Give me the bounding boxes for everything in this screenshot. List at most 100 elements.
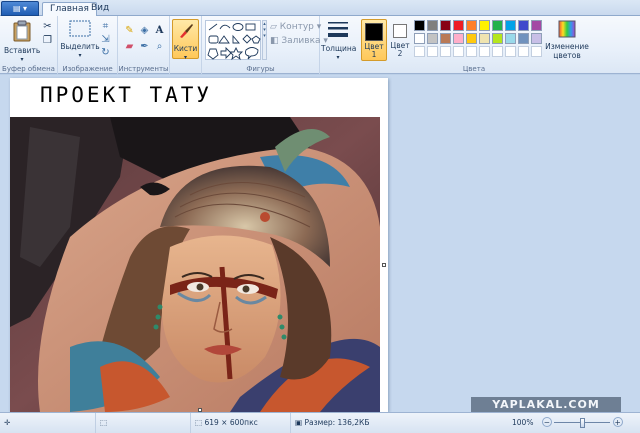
palette-swatch[interactable] bbox=[492, 20, 503, 31]
text-icon[interactable]: A bbox=[154, 25, 165, 36]
color2-swatch bbox=[393, 24, 407, 38]
palette-swatch[interactable] bbox=[518, 33, 529, 44]
group-label-image: Изображение bbox=[62, 65, 113, 73]
palette-swatch[interactable] bbox=[440, 33, 451, 44]
palette-swatch[interactable] bbox=[479, 33, 490, 44]
group-shapes: ▴ ▾ ▾ ▱ Контур ▾ ◧ Заливка ▾ Фигуры bbox=[202, 16, 328, 74]
magnifier-icon[interactable]: ⌕ bbox=[154, 41, 165, 52]
edit-colors-label-2: цветов bbox=[553, 51, 581, 60]
image-size-icon: ⬚ bbox=[195, 418, 203, 427]
palette-swatch[interactable] bbox=[427, 20, 438, 31]
custom-palette-swatch[interactable] bbox=[492, 46, 503, 57]
custom-palette-swatch[interactable] bbox=[505, 46, 516, 57]
status-filesize-cell: ▣ Размер: 136,2КБ bbox=[290, 413, 500, 433]
image-dimensions: 619 × 600пкс bbox=[204, 418, 258, 427]
pencil-icon[interactable]: ✎ bbox=[124, 25, 135, 36]
palette-swatch[interactable] bbox=[466, 33, 477, 44]
palette-swatch[interactable] bbox=[466, 20, 477, 31]
color2-button[interactable]: Цвет 2 bbox=[389, 19, 411, 61]
cursor-position-icon: ✛ bbox=[4, 418, 11, 427]
palette-swatch[interactable] bbox=[531, 33, 542, 44]
zoom-control: 100% − + bbox=[508, 413, 640, 433]
select-button[interactable]: Выделить ▾ bbox=[60, 20, 100, 60]
palette-swatch[interactable] bbox=[505, 33, 516, 44]
zoom-in-button[interactable]: + bbox=[612, 417, 623, 427]
outline-label: Контур bbox=[279, 22, 314, 32]
group-label-tools: Инструменты bbox=[118, 65, 169, 73]
shapes-gallery[interactable] bbox=[205, 20, 261, 61]
shapes-scroll[interactable]: ▴ ▾ ▾ bbox=[262, 20, 267, 60]
crop-icon[interactable]: ⌗ bbox=[100, 21, 111, 32]
zoom-out-button[interactable]: − bbox=[541, 417, 552, 427]
tab-view[interactable]: Вид bbox=[84, 2, 116, 16]
shape-fill-icon: ◧ bbox=[270, 36, 279, 46]
custom-palette-swatch[interactable] bbox=[414, 46, 425, 57]
edit-colors-label: Изменение bbox=[545, 42, 589, 51]
cut-icon[interactable]: ✂ bbox=[42, 21, 53, 32]
app-menu-button[interactable]: ▤ ▾ bbox=[1, 1, 39, 16]
brushes-button[interactable]: Кисти ▾ bbox=[172, 19, 199, 61]
paste-button[interactable]: Вставить ▾ bbox=[4, 20, 40, 64]
brushes-label: Кисти bbox=[173, 44, 198, 53]
ribbon-tab-bar: ▤ ▾ Главная Вид bbox=[0, 0, 640, 17]
palette-swatch[interactable] bbox=[505, 20, 516, 31]
handwritten-title: ПРОЕКТ ТАТУ bbox=[40, 83, 213, 107]
paste-icon bbox=[13, 20, 31, 42]
group-tools: ✎ ◈ A ▰ ✒ ⌕ Инструменты bbox=[118, 16, 170, 74]
custom-palette-swatch[interactable] bbox=[466, 46, 477, 57]
zoom-level: 100% bbox=[512, 418, 534, 427]
rotate-icon[interactable]: ↻ bbox=[100, 47, 111, 58]
drawing-canvas[interactable]: ПРОЕКТ ТАТУ bbox=[10, 78, 388, 412]
palette-swatch[interactable] bbox=[427, 33, 438, 44]
custom-palette-swatch[interactable] bbox=[427, 46, 438, 57]
resize-icon[interactable]: ⇲ bbox=[100, 34, 111, 45]
palette-swatch[interactable] bbox=[414, 33, 425, 44]
size-label: Толщина bbox=[321, 44, 357, 53]
outline-button[interactable]: ▱ Контур ▾ bbox=[270, 22, 321, 32]
custom-palette-swatch[interactable] bbox=[531, 46, 542, 57]
tattoo-photo bbox=[10, 117, 380, 412]
file-size: Размер: 136,2КБ bbox=[304, 418, 370, 427]
palette-swatch[interactable] bbox=[414, 20, 425, 31]
canvas-workspace[interactable]: ПРОЕКТ ТАТУ bbox=[0, 75, 640, 412]
palette-swatch[interactable] bbox=[479, 20, 490, 31]
palette-swatch[interactable] bbox=[518, 20, 529, 31]
zoom-slider[interactable] bbox=[554, 418, 611, 428]
zoom-slider-thumb[interactable] bbox=[580, 418, 586, 428]
color1-button[interactable]: Цвет 1 bbox=[361, 19, 387, 61]
palette-swatch[interactable] bbox=[492, 33, 503, 44]
custom-palette-swatch[interactable] bbox=[479, 46, 490, 57]
select-label: Выделить bbox=[60, 42, 100, 51]
group-label-clipboard: Буфер обмена bbox=[2, 65, 55, 73]
palette-swatch[interactable] bbox=[440, 20, 451, 31]
fill-icon[interactable]: ◈ bbox=[139, 25, 150, 36]
fill-label: Заливка bbox=[281, 36, 321, 46]
shapes-gallery-icon bbox=[207, 23, 261, 61]
copy-icon[interactable]: ❐ bbox=[42, 35, 53, 46]
palette-swatch[interactable] bbox=[453, 33, 464, 44]
select-icon bbox=[69, 20, 91, 37]
custom-palette-swatch[interactable] bbox=[440, 46, 451, 57]
group-image: Выделить ▾ ⌗ ⇲ ↻ Изображение bbox=[58, 16, 118, 74]
edit-colors-button[interactable]: Изменение цветов bbox=[544, 20, 590, 60]
eraser-icon[interactable]: ▰ bbox=[124, 41, 135, 52]
size-button[interactable]: Толщина ▾ bbox=[321, 20, 357, 62]
custom-palette-swatch[interactable] bbox=[453, 46, 464, 57]
menu-icon: ▤ ▾ bbox=[12, 4, 28, 13]
color1-swatch bbox=[365, 23, 383, 41]
palette-swatch[interactable] bbox=[531, 20, 542, 31]
canvas-resize-handle-right[interactable] bbox=[382, 263, 386, 267]
palette-swatch[interactable] bbox=[453, 20, 464, 31]
color1-number: 1 bbox=[371, 50, 377, 59]
site-watermark: YAPLAKAL.COM bbox=[471, 397, 621, 412]
status-selection-cell: ⬚ bbox=[95, 413, 190, 433]
group-colors: Цвет 1 Цвет 2 Изменение цветов Цвета bbox=[358, 16, 590, 74]
selection-size-icon: ⬚ bbox=[100, 418, 108, 427]
outline-icon: ▱ bbox=[270, 22, 277, 32]
line-width-icon bbox=[328, 22, 348, 37]
color-picker-icon[interactable]: ✒ bbox=[139, 41, 150, 52]
group-clipboard: Вставить ▾ ✂ ❐ Буфер обмена bbox=[0, 16, 58, 74]
status-bar: ✛ ⬚ ⬚ 619 × 600пкс ▣ Размер: 136,2КБ 100… bbox=[0, 412, 640, 433]
paste-label: Вставить bbox=[4, 46, 41, 55]
custom-palette-swatch[interactable] bbox=[518, 46, 529, 57]
